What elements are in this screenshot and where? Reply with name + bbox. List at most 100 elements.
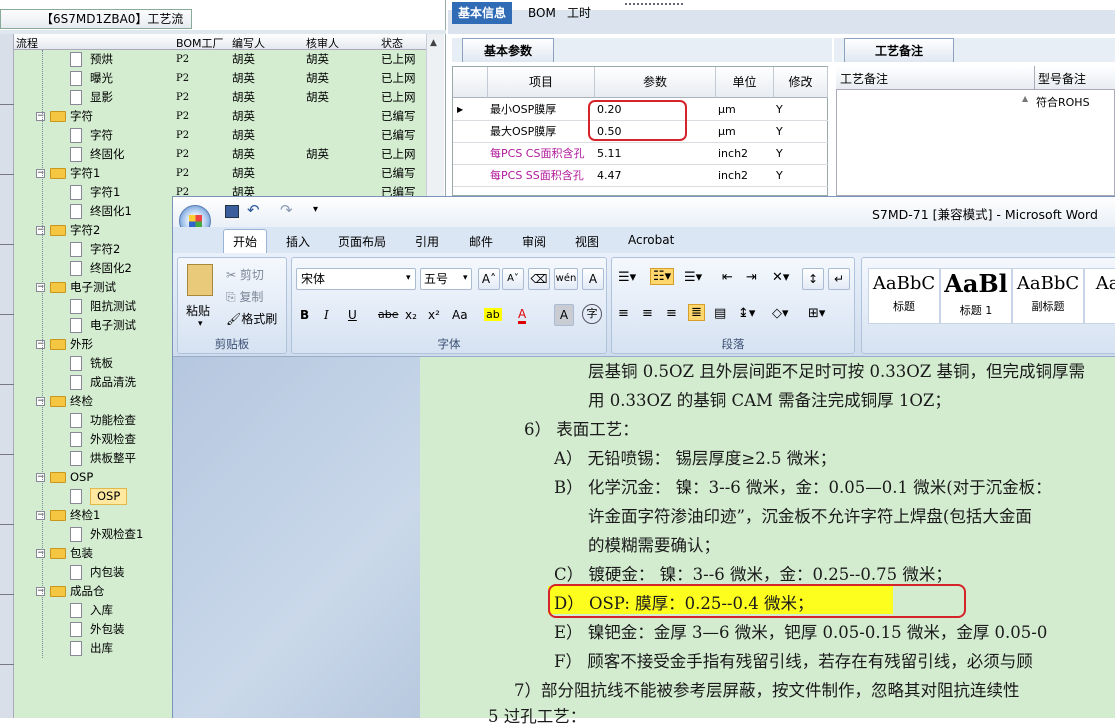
copy-button[interactable]: ⎘ 复制 [226,288,263,305]
tree-item-row[interactable]: 曝光 P2 胡英 胡英 已上网 [14,69,426,88]
char-shading-icon[interactable]: A [554,304,574,326]
tab-home[interactable]: 开始 [223,229,268,253]
paste-dropdown-icon[interactable]: ▾ [198,319,203,329]
line-spacing-icon[interactable]: ↨▾ [738,306,755,321]
shading-icon[interactable]: ◇▾ [772,306,789,321]
tree-item-row[interactable]: 预烘 P2 胡英 胡英 已上网 [14,50,426,69]
collapse-icon[interactable]: − [36,283,45,292]
superscript-icon[interactable]: x² [428,308,440,322]
col-modify[interactable]: 修改 [774,67,828,98]
tree-item-row[interactable]: 终固化 P2 胡英 胡英 已上网 [14,145,426,164]
col-model-note[interactable]: 型号备注 [1038,70,1086,87]
note-scroll-icon[interactable]: ▲ [1022,94,1028,103]
align-left-icon[interactable]: ≡ [618,306,629,321]
decrease-indent-icon[interactable]: ⇤ [722,270,733,285]
tree-item-row[interactable]: 字符 P2 胡英 已编写 [14,126,426,145]
collapse-icon[interactable]: − [36,587,45,596]
tab-view[interactable]: 视图 [575,233,599,250]
underline-icon[interactable]: U [348,308,357,322]
document-icon [70,147,82,162]
collapse-icon[interactable]: − [36,169,45,178]
asian-layout-icon[interactable]: ✕▾ [772,270,789,285]
collapse-icon[interactable]: − [36,340,45,349]
font-name-box[interactable]: 宋体 [296,268,416,290]
redo-icon[interactable]: ↷ [280,201,293,219]
cut-button[interactable]: ✂ 剪切 [226,266,264,283]
tree-item-row[interactable]: 显影 P2 胡英 胡英 已上网 [14,88,426,107]
param-row[interactable]: 每PCS SS面积含孔 4.47 inch2 Y [453,165,828,187]
collapse-icon[interactable]: − [36,397,45,406]
collapse-icon[interactable]: − [36,511,45,520]
subscript-icon[interactable]: x₂ [405,308,417,322]
customize-qat-icon[interactable]: ▾ [313,204,318,215]
style-1[interactable]: AaBl 标题 1 [940,268,1012,324]
shrink-font-icon[interactable]: A˅ [502,268,524,290]
tab-layout[interactable]: 页面布局 [338,233,386,250]
undo-icon[interactable]: ↶ [247,201,260,219]
collapse-icon[interactable]: − [36,112,45,121]
show-marks-icon[interactable]: ↵ [828,268,850,290]
strikethrough-icon[interactable]: abe [378,308,399,321]
font-dropdown-icon[interactable]: ▾ [406,273,411,283]
font-color-icon[interactable]: A [518,308,527,324]
increase-indent-icon[interactable]: ⇥ [746,270,757,285]
col-bom[interactable]: BOM工厂 [176,35,224,51]
col-item[interactable]: 项目 [488,67,595,98]
param-value[interactable]: 5.11 [597,143,622,165]
bullets-icon[interactable]: ☰▾ [618,270,636,285]
size-dropdown-icon[interactable]: ▾ [463,273,468,283]
paste-icon[interactable] [187,264,213,296]
tree-folder-row[interactable]: − 字符1 P2 胡英 已编写 [14,164,426,183]
justify-icon[interactable]: ≣ [688,304,705,321]
tab-process-notes[interactable]: 工艺备注 [844,38,954,62]
collapse-icon[interactable]: − [36,549,45,558]
distribute-icon[interactable]: ▤ [714,306,726,321]
tab-review[interactable]: 审阅 [522,233,546,250]
style-2[interactable]: AaBbC 副标题 [1012,268,1084,324]
tab-insert[interactable]: 插入 [286,233,310,250]
col-status[interactable]: 状态 [381,35,403,51]
save-icon[interactable] [225,205,239,218]
format-painter-button[interactable]: 🖌格式刷 [226,310,277,327]
tree-folder-row[interactable]: − 字符 P2 胡英 已编写 [14,107,426,126]
collapse-icon[interactable]: − [36,226,45,235]
scroll-up-icon[interactable]: ▲ [430,38,437,48]
word-titlebar: ↶ ↷ ▾ S7MD-71 [兼容模式] - Microsoft Word [173,197,1115,237]
tab-bom[interactable]: BOM [522,2,562,24]
style-3[interactable]: AaBb 强 [1084,268,1115,324]
col-writer[interactable]: 编写人 [232,35,265,51]
col-unit[interactable]: 单位 [716,67,774,98]
align-center-icon[interactable]: ≡ [642,306,653,321]
multilevel-icon[interactable]: ☰▾ [684,270,702,285]
resize-grip[interactable] [625,3,683,8]
collapse-icon[interactable]: − [36,473,45,482]
bold-icon[interactable]: B [300,308,309,322]
tab-acrobat[interactable]: Acrobat [628,233,674,247]
borders-icon[interactable]: ⊞▾ [808,306,825,321]
tab-hours[interactable]: 工时 [561,2,597,24]
numbering-icon[interactable]: ☷▾ [650,268,675,285]
tab-basic-params[interactable]: 基本参数 [462,38,554,62]
grow-font-icon[interactable]: A˄ [478,268,500,290]
col-process[interactable]: 流程 [16,35,38,51]
style-0[interactable]: AaBbC 标题 [868,268,940,324]
italic-icon[interactable]: I [324,308,329,322]
col-reviewer[interactable]: 核审人 [306,35,339,51]
tab-references[interactable]: 引用 [415,233,439,250]
phonetic-icon[interactable]: wén [554,268,578,290]
enclose-char-icon[interactable]: 字 [582,304,602,324]
col-value[interactable]: 参数 [595,67,716,98]
param-value[interactable]: 4.47 [597,165,622,187]
param-row[interactable]: 每PCS CS面积含孔 5.11 inch2 Y [453,143,828,165]
highlight-icon[interactable]: ab [484,308,502,321]
paste-button[interactable]: 粘贴 [186,302,210,319]
tab-mailings[interactable]: 邮件 [469,233,493,250]
char-border-icon[interactable]: A [582,268,604,290]
col-process-note[interactable]: 工艺备注 [840,70,888,87]
clear-format-icon[interactable]: ⌫ [528,268,550,290]
side-splitter[interactable] [0,34,14,718]
align-right-icon[interactable]: ≡ [666,306,677,321]
tab-basic-info[interactable]: 基本信息 [452,2,513,24]
change-case-icon[interactable]: Aa [452,308,468,322]
sort-icon[interactable]: ↕ [802,268,824,290]
